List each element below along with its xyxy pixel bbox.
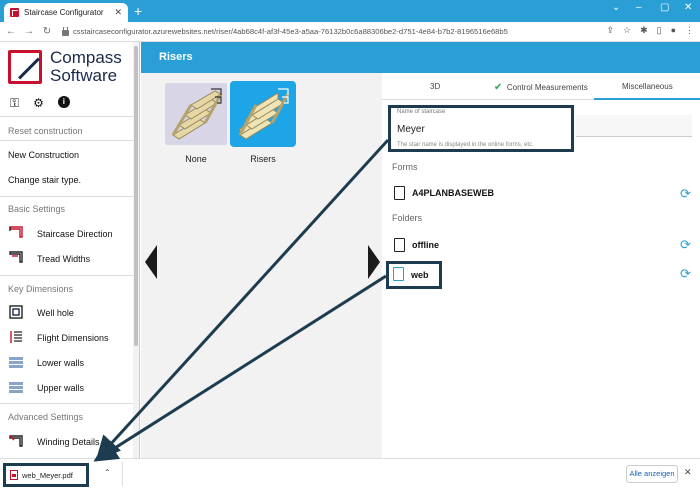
- folders-heading: Folders: [392, 213, 423, 223]
- active-tab-indicator: [594, 98, 700, 100]
- stair-with-risers-icon: [238, 88, 290, 140]
- bookmark-star-icon[interactable]: ☆: [623, 25, 631, 36]
- tab-search-icon[interactable]: ⌄: [612, 2, 620, 13]
- url-field[interactable]: csstaircaseconfigurator.azurewebsites.ne…: [62, 27, 532, 36]
- next-arrow-button[interactable]: [368, 245, 380, 279]
- close-window-button[interactable]: ✕: [684, 2, 692, 13]
- sidebar: Compass Software ⚿ ⚙ i Reset constructio…: [0, 42, 140, 458]
- chevron-up-icon[interactable]: ⌃: [104, 468, 111, 477]
- web-folder-highlight[interactable]: web: [386, 261, 442, 289]
- maximize-button[interactable]: ▢: [660, 2, 669, 13]
- browser-tab[interactable]: Staircase Configurator ✕: [4, 3, 128, 22]
- basic-settings-heading: Basic Settings: [8, 204, 66, 214]
- download-bar: web_Meyer.pdf ⌃ Alle anzeigen ✕: [0, 458, 700, 488]
- folder-item-web[interactable]: web: [411, 270, 429, 280]
- sidebar-item-flight-dimensions[interactable]: Flight Dimensions: [37, 333, 109, 343]
- tab-strip: 3D ✔ Control Measurements Miscellaneous: [382, 73, 700, 100]
- url-text: csstaircaseconfigurator.azurewebsites.ne…: [73, 27, 508, 36]
- extensions-icon[interactable]: ✱: [640, 25, 648, 36]
- riser-option-risers[interactable]: [232, 83, 294, 145]
- sidebar-item-staircase-direction[interactable]: Staircase Direction: [37, 229, 113, 239]
- tab-close-icon[interactable]: ✕: [114, 7, 122, 18]
- pdf-file-icon: [10, 470, 18, 480]
- reload-icon[interactable]: ↻: [40, 26, 54, 37]
- name-field-background: [576, 115, 692, 137]
- riser-option-risers-label: Risers: [250, 154, 276, 164]
- well-hole-icon: [9, 305, 23, 319]
- checkmark-icon: ✔: [494, 82, 503, 93]
- compass-software-logo: Compass Software: [6, 48, 134, 88]
- key-dimensions-heading: Key Dimensions: [8, 284, 74, 294]
- sidebar-item-lower-walls[interactable]: Lower walls: [37, 358, 84, 368]
- close-download-bar-icon[interactable]: ✕: [684, 467, 692, 478]
- sidebar-item-tread-widths[interactable]: Tread Widths: [37, 254, 90, 264]
- forward-icon[interactable]: →: [22, 26, 36, 37]
- sidebar-item-well-hole[interactable]: Well hole: [37, 308, 74, 318]
- lower-walls-icon: [9, 357, 23, 368]
- key-icon[interactable]: ⚿: [10, 96, 19, 111]
- miscellaneous-pane: 3D ✔ Control Measurements Miscellaneous …: [382, 73, 700, 458]
- sync-icon[interactable]: ⟳: [680, 267, 692, 280]
- profile-icon[interactable]: ●: [671, 25, 676, 36]
- riser-option-none-label: None: [185, 154, 207, 164]
- staircase-direction-icon: [9, 226, 23, 238]
- download-item[interactable]: web_Meyer.pdf: [3, 463, 89, 487]
- form-file-icon: [394, 186, 405, 200]
- web-export-icon: [393, 267, 404, 281]
- back-icon[interactable]: ←: [4, 26, 18, 37]
- page-title: Risers: [159, 51, 193, 63]
- previous-arrow-button[interactable]: [145, 245, 157, 279]
- change-stair-type[interactable]: Change stair type.: [8, 175, 81, 185]
- sync-icon[interactable]: ⟳: [680, 238, 692, 251]
- advanced-settings-heading: Advanced Settings: [8, 412, 84, 422]
- page-header: Risers: [141, 42, 700, 73]
- address-bar: ← → ↻ csstaircaseconfigurator.azurewebsi…: [0, 22, 700, 42]
- sidebar-item-winding-details[interactable]: Winding Details: [37, 437, 100, 447]
- download-file-name: web_Meyer.pdf: [22, 470, 73, 480]
- minimize-button[interactable]: –: [636, 2, 642, 13]
- riser-options-pane: None Risers: [141, 73, 382, 458]
- upper-walls-icon: [9, 382, 23, 393]
- sync-icon[interactable]: ⟳: [680, 187, 692, 200]
- new-construction[interactable]: New Construction: [8, 150, 79, 160]
- folder-item-offline[interactable]: offline: [412, 240, 439, 250]
- sidebar-scrollbar[interactable]: [133, 42, 139, 458]
- compass-logo-mark: [8, 50, 42, 84]
- info-icon[interactable]: i: [57, 96, 70, 108]
- new-tab-button[interactable]: +: [134, 3, 142, 19]
- sidebar-item-upper-walls[interactable]: Upper walls: [37, 383, 84, 393]
- tab-title: Staircase Configurator: [24, 8, 104, 17]
- staircase-name-caption: Name of staircase: [397, 109, 446, 115]
- staircase-name-value[interactable]: Meyer: [397, 124, 425, 135]
- tab-control-measurements[interactable]: ✔ Control Measurements: [494, 82, 588, 93]
- flight-dimensions-icon: [10, 331, 22, 343]
- browser-tabbar: Staircase Configurator ✕ + ⌄ – ▢ ✕: [0, 0, 700, 22]
- staircase-name-hint: The stair name is displayed in the onlin…: [397, 142, 534, 148]
- staircase-name-field[interactable]: Name of staircase Meyer The stair name i…: [388, 105, 574, 152]
- stair-without-risers-icon: [171, 88, 223, 140]
- riser-option-none[interactable]: [165, 83, 227, 145]
- logo-text: Compass Software: [50, 48, 122, 85]
- tread-widths-icon: [9, 251, 23, 263]
- tab-miscellaneous[interactable]: Miscellaneous: [622, 82, 673, 91]
- sidepanel-icon[interactable]: ▯: [657, 25, 662, 36]
- form-item-a4planbaseweb[interactable]: A4PLANBASEWEB: [412, 188, 494, 198]
- winding-details-icon: [9, 435, 23, 447]
- folder-file-icon: [394, 238, 405, 252]
- lock-icon: [62, 27, 69, 36]
- menu-icon[interactable]: ⋮: [685, 25, 694, 36]
- reset-construction[interactable]: Reset construction: [8, 126, 83, 136]
- show-all-downloads-button[interactable]: Alle anzeigen: [626, 465, 678, 483]
- compass-favicon-icon: [10, 8, 19, 17]
- share-icon[interactable]: ⇪: [606, 25, 614, 36]
- tab-3d[interactable]: 3D: [430, 82, 440, 91]
- gear-icon[interactable]: ⚙: [33, 96, 44, 111]
- forms-heading: Forms: [392, 162, 418, 172]
